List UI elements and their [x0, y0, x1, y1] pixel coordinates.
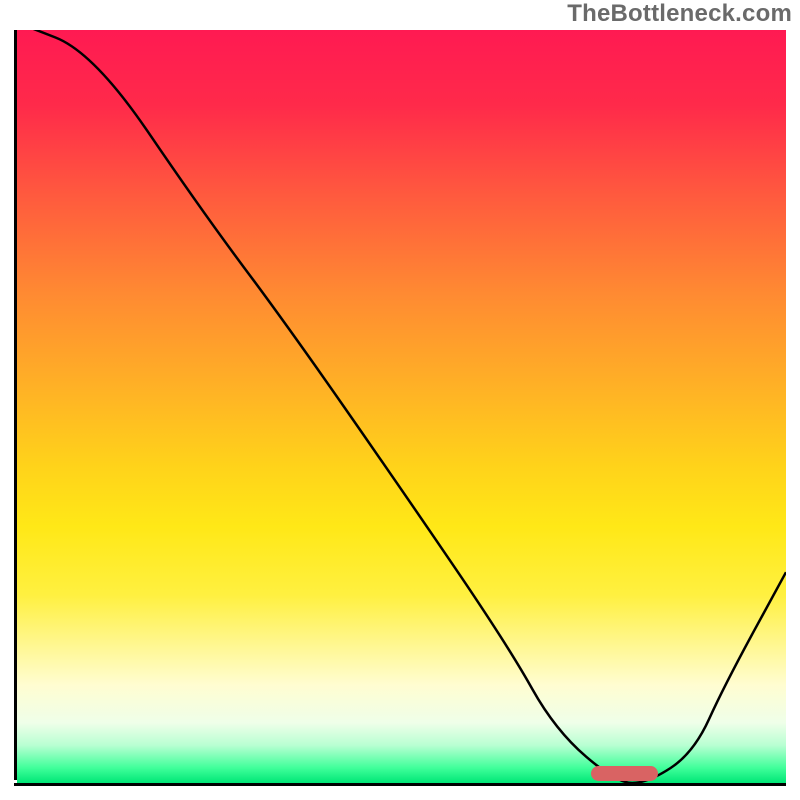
chart-curve-path [17, 30, 786, 783]
watermark-text: TheBottleneck.com [567, 0, 792, 28]
chart-curve-svg [17, 30, 786, 783]
sweet-spot-marker [591, 766, 659, 781]
y-axis-line [14, 30, 17, 780]
x-axis-line [14, 783, 786, 786]
bottleneck-chart: TheBottleneck.com [0, 0, 800, 800]
